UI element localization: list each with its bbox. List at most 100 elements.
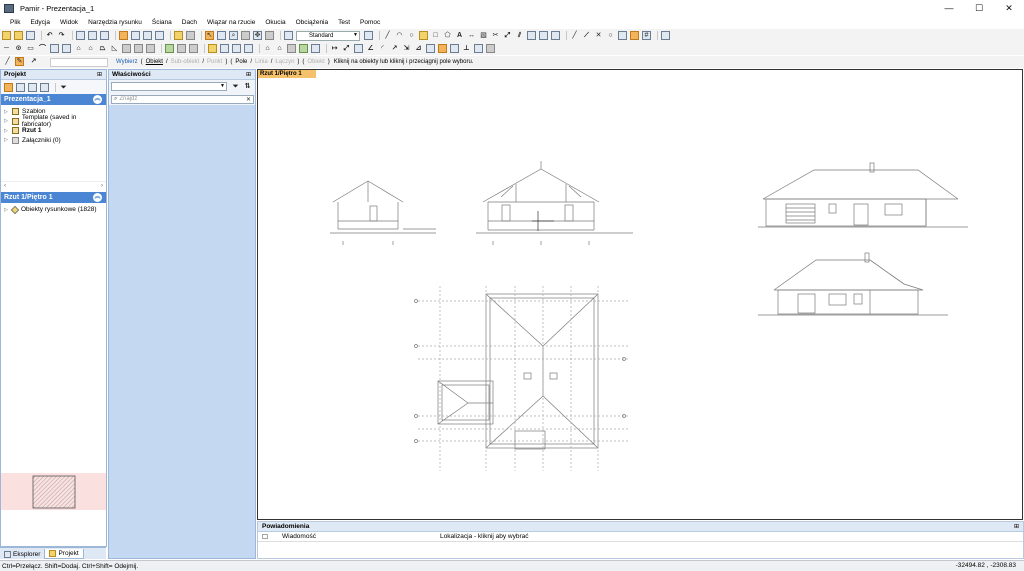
dim-radius-icon[interactable]: ◜: [378, 44, 387, 53]
expand-icon[interactable]: ▷: [4, 109, 10, 115]
pencil-icon[interactable]: ✎: [15, 57, 24, 66]
pin-icon[interactable]: ⊞: [97, 71, 102, 78]
cmd-select[interactable]: Wybierz: [116, 59, 138, 65]
column-location[interactable]: Lokalizacja - kliknij aby wybrać: [440, 533, 529, 540]
search-input[interactable]: ⌕ Znajdź ✕: [111, 94, 254, 104]
opt-point[interactable]: Punkt: [207, 59, 222, 65]
arc-tool-icon[interactable]: ◠: [395, 31, 404, 40]
select-add-icon[interactable]: [217, 31, 226, 40]
view-3d-2-icon[interactable]: [311, 44, 320, 53]
block-tool-icon[interactable]: [551, 31, 560, 40]
draw-pline-icon[interactable]: ⟋: [582, 31, 591, 40]
column-message[interactable]: Wiadomość: [282, 533, 440, 540]
line-icon[interactable]: ╱: [3, 57, 12, 66]
expand-icon[interactable]: ▷: [4, 207, 10, 213]
align-icon[interactable]: ⊥: [462, 44, 471, 53]
roof-shed-icon[interactable]: ◺: [110, 44, 119, 53]
tag-icon[interactable]: [426, 44, 435, 53]
highlight-icon[interactable]: [438, 44, 447, 53]
maximize-button[interactable]: ☐: [964, 0, 994, 16]
dim-chain-icon[interactable]: [354, 44, 363, 53]
truss-icon[interactable]: [165, 44, 174, 53]
erase-tool-icon[interactable]: [527, 31, 536, 40]
draw-line-2-icon[interactable]: ╱: [570, 31, 579, 40]
level-icon[interactable]: [450, 44, 459, 53]
trim-tool-icon[interactable]: ✂: [491, 31, 500, 40]
minimize-button[interactable]: —: [934, 0, 964, 16]
leader-icon[interactable]: ↗: [390, 44, 399, 53]
new-file-icon[interactable]: [2, 31, 11, 40]
roof-hip-icon[interactable]: ⌂: [86, 44, 95, 53]
style-icon[interactable]: [284, 31, 293, 40]
house-icon[interactable]: ⌂: [263, 44, 272, 53]
command-input[interactable]: [50, 57, 108, 67]
window-layout-icon[interactable]: [661, 31, 670, 40]
notifications-select-all[interactable]: ☐: [258, 533, 282, 541]
tree-item-attachments[interactable]: ▷ Załączniki (0): [1, 136, 106, 146]
stack-icon[interactable]: [474, 44, 483, 53]
tree-view-icon[interactable]: [4, 82, 13, 92]
canvas-tab[interactable]: Rzut 1/Piętro 1: [258, 70, 316, 78]
menu-view[interactable]: Widok: [55, 19, 83, 26]
dim-aligned-icon[interactable]: ⤢: [342, 44, 351, 53]
tree-item-drawing-objects[interactable]: ▷ Obiekty rysunkowe (1828): [1, 205, 106, 215]
dimension-tool-icon[interactable]: ↔: [467, 31, 476, 40]
member-d-icon[interactable]: [244, 44, 253, 53]
measure-icon[interactable]: [241, 31, 250, 40]
menu-truss[interactable]: Wiązar na rzucie: [202, 19, 260, 26]
camera-icon[interactable]: [265, 31, 274, 40]
pen-icon[interactable]: [174, 31, 183, 40]
pin-icon[interactable]: ⊞: [246, 71, 251, 78]
dim-angle-icon[interactable]: ∠: [366, 44, 375, 53]
offset-tool-icon[interactable]: ⫽: [515, 31, 524, 40]
undo-icon[interactable]: ↶: [45, 31, 54, 40]
draw-circle-2-icon[interactable]: ○: [606, 31, 615, 40]
beam-icon[interactable]: [177, 44, 186, 53]
sort-icon[interactable]: ⇅: [243, 82, 252, 91]
draw-rect-2-icon[interactable]: [618, 31, 627, 40]
roof-flat-icon[interactable]: ⏢: [98, 44, 107, 53]
expand-icon[interactable]: ▷: [4, 128, 10, 134]
column-icon[interactable]: [189, 44, 198, 53]
menu-help[interactable]: Pomoc: [355, 19, 385, 26]
view-elevation-icon[interactable]: [143, 31, 152, 40]
select-arrow-icon[interactable]: ↖: [205, 31, 214, 40]
member-c-icon[interactable]: [232, 44, 241, 53]
copy-icon[interactable]: [88, 31, 97, 40]
tree-expand-icon[interactable]: [16, 82, 25, 92]
wall-line-icon[interactable]: ─: [2, 44, 11, 53]
circle-tool-icon[interactable]: ○: [407, 31, 416, 40]
collapse-icon[interactable]: ︽: [93, 193, 102, 202]
print-icon[interactable]: [76, 31, 85, 40]
pan-icon[interactable]: ✥: [253, 31, 262, 40]
horizontal-scrollbar[interactable]: ‹ ›: [1, 181, 106, 189]
line-style-icon[interactable]: [364, 31, 373, 40]
opt-field[interactable]: Pole: [235, 59, 247, 65]
member-a-icon[interactable]: [208, 44, 217, 53]
opt-line[interactable]: Linia: [255, 59, 268, 65]
tree-collapse-icon[interactable]: [28, 82, 37, 92]
line-tool-icon[interactable]: ╱: [383, 31, 392, 40]
menu-drawing-tools[interactable]: Narzędzia rysunku: [83, 19, 147, 26]
open-folder-icon[interactable]: [14, 31, 23, 40]
paste-icon[interactable]: [100, 31, 109, 40]
save-icon[interactable]: [26, 31, 35, 40]
wall-join-icon[interactable]: [62, 44, 71, 53]
scroll-right-icon[interactable]: ›: [101, 183, 103, 189]
grid-toggle-icon[interactable]: #: [642, 31, 651, 40]
member-b-icon[interactable]: [220, 44, 229, 53]
tab-project[interactable]: Projekt: [44, 549, 84, 559]
roof-settings-icon[interactable]: [146, 44, 155, 53]
style-dropdown[interactable]: Standard ▼: [296, 30, 360, 41]
filter-icon[interactable]: ⏷: [59, 83, 68, 92]
project-section-header[interactable]: Prezentacja_1 ︽: [1, 94, 106, 105]
roof-plane-icon[interactable]: [122, 44, 131, 53]
opt-extra[interactable]: Obiekt: [307, 59, 324, 65]
redo-icon[interactable]: ↷: [57, 31, 66, 40]
tree-item-template-fabricator[interactable]: ▷ Template (saved in fabricator): [1, 114, 106, 128]
house-2-icon[interactable]: ⌂: [275, 44, 284, 53]
draw-xline-icon[interactable]: ✕: [594, 31, 603, 40]
hatch-tool-icon[interactable]: ▧: [479, 31, 488, 40]
wall-link-icon[interactable]: [50, 44, 59, 53]
expand-icon[interactable]: ▷: [4, 118, 10, 124]
